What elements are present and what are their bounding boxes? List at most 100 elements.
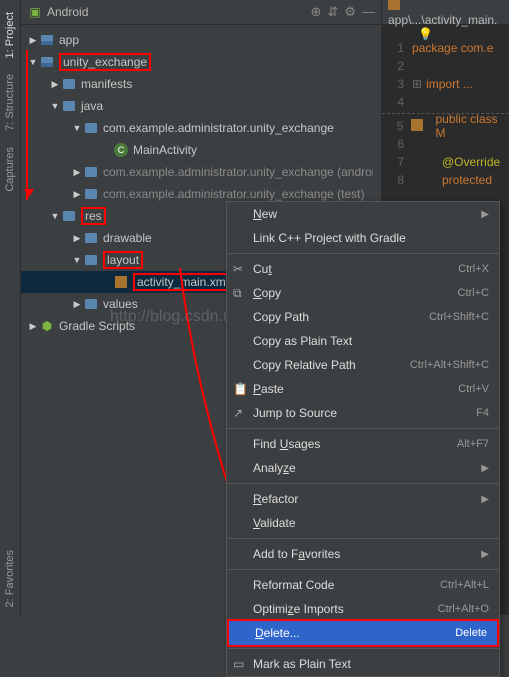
menu-cut[interactable]: ✂CutCtrl+X xyxy=(227,257,499,281)
gradle-icon: ⬢ xyxy=(39,319,55,333)
bulb-icon[interactable]: 💡 xyxy=(418,27,433,41)
chevron-right-icon: ▶ xyxy=(27,35,39,46)
node-label: res xyxy=(81,207,106,225)
menu-optimize-imports[interactable]: Optimize ImportsCtrl+Alt+O xyxy=(227,597,499,621)
menu-separator xyxy=(227,253,499,254)
shortcut: Delete xyxy=(455,627,487,639)
xml-icon xyxy=(113,276,129,288)
node-label: layout xyxy=(103,251,143,269)
menu-mark-plain[interactable]: ▭ Mark as Plain Text xyxy=(227,652,499,676)
menu-separator xyxy=(227,569,499,570)
folder-icon xyxy=(61,101,77,111)
menu-copy-path[interactable]: Copy PathCtrl+Shift+C xyxy=(227,305,499,329)
menu-label: Find Usages xyxy=(253,437,457,451)
menu-separator xyxy=(227,483,499,484)
menu-label: Refactor xyxy=(253,492,481,506)
tab-favorites[interactable]: 2: Favorites xyxy=(2,542,18,615)
tree-header: ▣ Android ⊕ ⇵ ⚙ — xyxy=(21,0,381,25)
menu-refactor[interactable]: Refactor▶ xyxy=(227,487,499,511)
tab-captures[interactable]: Captures xyxy=(2,139,18,200)
node-label: values xyxy=(103,297,138,311)
menu-analyze[interactable]: Analyze▶ xyxy=(227,456,499,480)
chevron-right-icon: ▶ xyxy=(49,79,61,90)
collapse-icon[interactable]: ⇵ xyxy=(327,4,338,20)
code-text: package com.e xyxy=(412,41,493,55)
line-number: 4 xyxy=(382,95,412,109)
menu-add-favorites[interactable]: Add to Favorites▶ xyxy=(227,542,499,566)
chevron-right-icon: ▶ xyxy=(71,233,83,244)
folder-icon xyxy=(61,211,77,221)
xml-icon xyxy=(388,0,404,10)
node-label: manifests xyxy=(81,77,132,91)
gear-icon[interactable]: ⚙ xyxy=(344,4,356,20)
line-number: 5 xyxy=(382,119,411,133)
xml-icon xyxy=(411,119,427,131)
fold-icon[interactable]: ⊞ xyxy=(412,77,422,91)
tree-node-module[interactable]: ▼unity_exchange xyxy=(21,51,381,73)
node-label: com.example.administrator.unity_exchange… xyxy=(103,165,373,179)
menu-delete[interactable]: Delete...Delete xyxy=(227,619,499,647)
menu-label: Copy as Plain Text xyxy=(253,334,489,348)
menu-new[interactable]: NNewew▶ xyxy=(227,202,499,226)
tree-node-class[interactable]: MainActivity xyxy=(21,139,381,161)
package-icon xyxy=(83,189,99,199)
menu-label: Validate xyxy=(253,516,489,530)
target-icon[interactable]: ⊕ xyxy=(311,4,322,20)
shortcut: Alt+F7 xyxy=(457,438,489,450)
gutter-icon[interactable] xyxy=(411,119,431,134)
node-label: app xyxy=(59,33,79,47)
node-label: java xyxy=(81,99,103,113)
menu-label: Link C++ Project with Gradle xyxy=(253,231,489,245)
menu-label: Optimize Imports xyxy=(253,602,438,616)
shortcut: Ctrl+C xyxy=(458,287,489,299)
editor-tab[interactable]: app\...\activity_main. xyxy=(388,0,503,27)
folder-icon xyxy=(83,233,99,243)
menu-find-usages[interactable]: Find UsagesAlt+F7 xyxy=(227,432,499,456)
folder-icon xyxy=(83,299,99,309)
code-text: import ... xyxy=(426,77,473,91)
menu-separator xyxy=(227,648,499,649)
node-label: com.example.administrator.unity_exchange xyxy=(103,121,334,135)
menu-link-cpp[interactable]: Link C++ Project with Gradle xyxy=(227,226,499,250)
chevron-right-icon: ▶ xyxy=(481,209,489,220)
menu-label: Mark as Plain Text xyxy=(253,657,489,671)
line-number: 1 xyxy=(382,41,412,55)
line-number: 8 xyxy=(382,173,412,187)
package-icon xyxy=(83,123,99,133)
menu-label: Add to Favorites xyxy=(253,547,481,561)
hide-icon[interactable]: — xyxy=(362,4,375,20)
file-icon: ▭ xyxy=(233,657,247,671)
menu-reformat[interactable]: Reformat CodeCtrl+Alt+L xyxy=(227,573,499,597)
menu-copy-plain[interactable]: Copy as Plain Text xyxy=(227,329,499,353)
view-selector[interactable]: Android xyxy=(47,5,311,19)
menu-jump[interactable]: ↗Jump to SourceF4 xyxy=(227,401,499,425)
line-number: 7 xyxy=(382,155,412,169)
line-number: 6 xyxy=(382,137,412,151)
copy-icon: ⧉ xyxy=(233,286,247,301)
menu-copy[interactable]: ⧉ CopyCtrl+C xyxy=(227,281,499,305)
chevron-down-icon: ▼ xyxy=(49,101,61,111)
menu-validate[interactable]: Validate xyxy=(227,511,499,535)
tab-structure[interactable]: 7: Structure xyxy=(2,66,18,139)
context-menu: NNewew▶ Link C++ Project with Gradle ✂Cu… xyxy=(226,201,500,677)
menu-copy-relative[interactable]: Copy Relative PathCtrl+Alt+Shift+C xyxy=(227,353,499,377)
menu-paste[interactable]: 📋PasteCtrl+V xyxy=(227,377,499,401)
tree-node-pkg[interactable]: ▶ com.example.administrator.unity_exchang… xyxy=(21,161,381,183)
code-text: @Override xyxy=(442,155,500,169)
chevron-down-icon: ▼ xyxy=(71,123,83,133)
chevron-right-icon: ▶ xyxy=(71,167,83,178)
package-icon xyxy=(83,167,99,177)
menu-label: Copy Relative Path xyxy=(253,358,410,372)
node-label: MainActivity xyxy=(133,143,197,157)
tool-window-bar: 1: Project 7: Structure Captures 2: Favo… xyxy=(0,0,21,615)
chevron-right-icon: ▶ xyxy=(481,463,489,474)
node-label: Gradle Scripts xyxy=(59,319,135,333)
tree-node-manifests[interactable]: ▶ manifests xyxy=(21,73,381,95)
editor-body[interactable]: 💡 1package com.e 2 3⊞import ... 4 5publi… xyxy=(382,25,509,189)
tab-project[interactable]: 1: Project xyxy=(2,4,18,66)
menu-label: Copy xyxy=(253,286,458,300)
tree-node-app[interactable]: ▶ app xyxy=(21,29,381,51)
menu-label: Analyze xyxy=(253,461,481,475)
tree-node-pkg[interactable]: ▼ com.example.administrator.unity_exchang… xyxy=(21,117,381,139)
tree-node-java[interactable]: ▼ java xyxy=(21,95,381,117)
